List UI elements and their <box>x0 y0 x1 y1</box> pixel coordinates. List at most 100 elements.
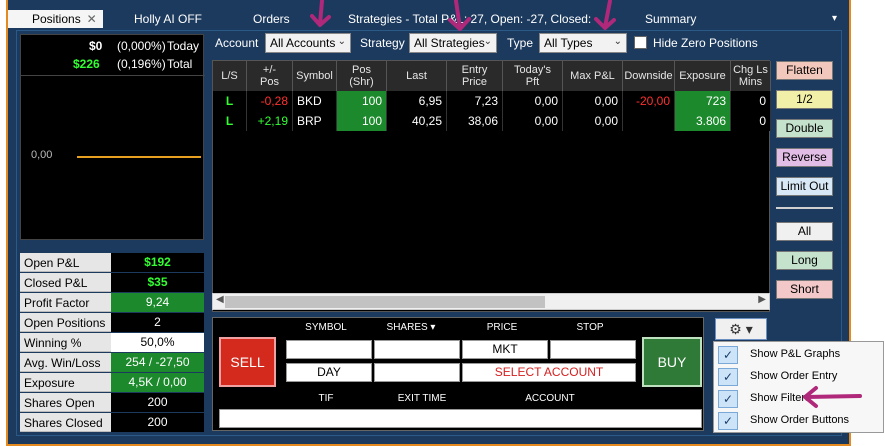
hide-zero-checkbox[interactable] <box>634 36 647 49</box>
grid-cell[interactable]: 0 <box>731 111 771 131</box>
stat-value: $35 <box>111 273 204 292</box>
grid-cell[interactable]: 0,00 <box>503 111 563 131</box>
grid-cell[interactable]: 3.806 <box>675 111 731 131</box>
settings-gear-icon[interactable]: ⚙ ▾ <box>715 318 767 340</box>
horizontal-scrollbar[interactable]: ◀ ▶ <box>212 293 770 310</box>
grid-cell[interactable]: L <box>213 111 247 131</box>
exit-time-input[interactable] <box>374 363 460 382</box>
double-button[interactable]: Double <box>776 119 833 138</box>
reverse-button[interactable]: Reverse <box>776 148 833 167</box>
sell-button[interactable]: SELL <box>219 337 276 387</box>
column-header[interactable]: Downside <box>623 61 675 91</box>
column-header[interactable]: Today's Pft <box>503 61 563 91</box>
column-header[interactable]: Chg Ls Mins <box>731 61 771 91</box>
account-select-order[interactable]: SELECT ACCOUNT <box>462 363 636 382</box>
graph-zero-label: 0,00 <box>31 149 53 161</box>
tab-summary[interactable]: Summary <box>645 10 696 28</box>
limit-out-button[interactable]: Limit Out <box>776 177 833 196</box>
chevron-down-icon: ⌄ <box>613 36 622 47</box>
grid-cell[interactable]: -20,00 <box>623 91 675 111</box>
grid-cell[interactable]: 100 <box>337 91 387 111</box>
grid-cell[interactable]: 100 <box>337 111 387 131</box>
stat-row: Open P&L $192 <box>20 253 204 273</box>
tab-positions[interactable]: Positions ✕ <box>8 10 103 28</box>
menu-item[interactable]: ✓ Show P&L Graphs <box>714 344 883 366</box>
tab-orders[interactable]: Orders <box>253 10 290 28</box>
stat-value: 254 / -27,50 <box>111 353 204 372</box>
today-label: Today <box>167 39 200 53</box>
stat-value: 4,5K / 0,00 <box>111 373 204 392</box>
menu-item-label: Show Order Buttons <box>750 414 850 426</box>
grid-cell[interactable]: 0,00 <box>563 111 623 131</box>
grid-cell[interactable]: 0,00 <box>503 91 563 111</box>
price-input[interactable]: MKT <box>462 340 548 359</box>
grid-cell[interactable]: L <box>213 91 247 111</box>
all-button[interactable]: All <box>776 222 833 241</box>
account-select-value: All Accounts <box>270 36 336 50</box>
tab-holly[interactable]: Holly AI OFF <box>134 10 202 28</box>
symbol-input[interactable] <box>286 340 372 359</box>
stat-label: Exposure <box>20 373 111 392</box>
checkmark-icon[interactable]: ✓ <box>718 390 738 408</box>
grid-cell[interactable]: BKD <box>293 91 337 111</box>
pnl-line <box>77 156 201 158</box>
checkmark-icon[interactable]: ✓ <box>718 346 738 364</box>
checkmark-icon[interactable]: ✓ <box>718 368 738 386</box>
checkmark-icon[interactable]: ✓ <box>718 412 738 430</box>
grid-cell[interactable]: 40,25 <box>387 111 447 131</box>
menu-item[interactable]: ✓ Show Order Buttons <box>714 410 883 432</box>
grid-cell[interactable]: 0 <box>731 91 771 111</box>
type-select[interactable]: All Types ⌄ <box>539 33 627 53</box>
column-header[interactable]: +/- Pos <box>247 61 293 91</box>
column-header[interactable]: L/S <box>213 61 247 91</box>
stat-value: 50,0% <box>111 333 204 352</box>
column-header[interactable]: Exposure <box>675 61 731 91</box>
buy-button[interactable]: BUY <box>642 337 702 387</box>
menu-item-label: Show P&L Graphs <box>750 348 841 360</box>
shares-input[interactable] <box>374 340 460 359</box>
type-label: Type <box>507 36 534 50</box>
stats-table: Open P&L $192 Closed P&L $35 Profit Factor 9,… <box>20 253 204 433</box>
grid-cell[interactable]: 0,00 <box>563 91 623 111</box>
tif-label: TIF <box>318 393 334 404</box>
button-divider <box>776 207 833 209</box>
grid-cell[interactable]: 6,95 <box>387 91 447 111</box>
flatten-button[interactable]: Flatten <box>776 61 833 80</box>
column-header[interactable]: Max P&L <box>563 61 623 91</box>
grid-cell[interactable]: 7,23 <box>447 91 503 111</box>
stop-input[interactable] <box>550 340 636 359</box>
close-icon[interactable]: ✕ <box>87 10 97 28</box>
long-button[interactable]: Long <box>776 251 833 270</box>
stat-row: Winning % 50,0% <box>20 333 204 353</box>
account-label-order: ACCOUNT <box>525 393 575 404</box>
half-button[interactable]: 1/2 <box>776 90 833 109</box>
tab-positions-label: Positions <box>32 12 81 26</box>
stat-value: 200 <box>111 393 204 412</box>
grid-cell[interactable]: BRP <box>293 111 337 131</box>
total-pct: (0,196%) <box>117 57 166 71</box>
graph-divider <box>21 75 205 76</box>
tif-select[interactable]: DAY <box>286 363 372 382</box>
column-header[interactable]: Last <box>387 61 447 91</box>
account-select[interactable]: All Accounts ⌄ <box>265 33 351 53</box>
grid-cell[interactable]: 723 <box>675 91 731 111</box>
symbol-header: SYMBOL <box>305 322 347 333</box>
grid-cell[interactable]: +2,19 <box>247 111 293 131</box>
pnl-graph: $0 (0,000%) Today $226 (0,196%) Total 0,… <box>20 34 205 240</box>
shares-header[interactable]: SHARES ▾ <box>381 322 441 333</box>
grid-cell[interactable] <box>623 111 675 131</box>
price-header: PRICE <box>486 322 518 333</box>
tab-menu-icon[interactable]: ▾ <box>832 13 837 24</box>
scroll-right-icon[interactable]: ▶ <box>758 294 766 305</box>
strategy-select[interactable]: All Strategies ⌄ <box>409 33 497 53</box>
arrow-annotation-icon <box>448 0 471 31</box>
column-header[interactable]: Pos (Shr) <box>337 61 387 91</box>
grid-cell[interactable]: 38,06 <box>447 111 503 131</box>
scroll-left-icon[interactable]: ◀ <box>216 294 224 305</box>
order-message-input[interactable] <box>219 409 702 428</box>
short-button[interactable]: Short <box>776 280 833 299</box>
grid-cell[interactable]: -0,28 <box>247 91 293 111</box>
scroll-thumb[interactable] <box>225 296 545 308</box>
column-header[interactable]: Entry Price <box>447 61 503 91</box>
column-header[interactable]: Symbol <box>293 61 337 91</box>
